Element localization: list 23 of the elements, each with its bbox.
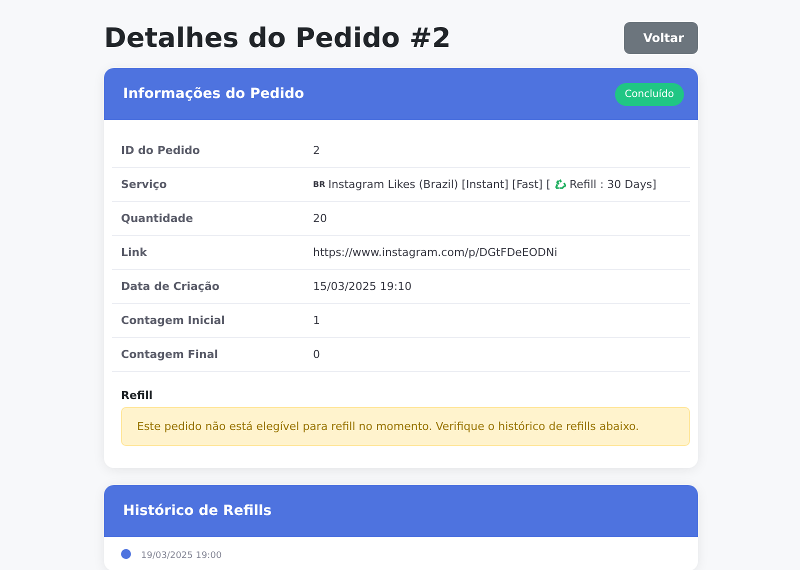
page-title: Detalhes do Pedido #2	[104, 22, 451, 54]
field-label: Data de Criação	[121, 280, 220, 293]
field-label: Serviço	[121, 178, 168, 191]
field-label: Link	[121, 246, 148, 259]
refill-notice: Este pedido não está elegível para refill no momento. Verifique o histórico de refills abaixo.	[121, 407, 690, 446]
field-value: 20	[313, 212, 328, 225]
field-label: Quantidade	[121, 212, 194, 225]
field-value: 1	[313, 314, 321, 327]
field-value: 15/03/2025 19:10	[313, 280, 413, 293]
card-title: Informações do Pedido	[123, 86, 304, 102]
field-label: Contagem Final	[121, 348, 220, 361]
recycle-icon	[554, 178, 566, 191]
field-value: 0	[313, 348, 321, 361]
field-value: https://www.instagram.com/p/DGtFDeEODNi	[313, 246, 558, 259]
status-badge: Concluído	[614, 82, 684, 106]
refill-date: 19/03/2025 19:00	[141, 551, 222, 561]
field-label: ID do Pedido	[121, 144, 201, 157]
back-button[interactable]: Voltar	[624, 22, 698, 54]
field-value: BR Instagram Likes (Brazil) [Instant] [Fast] [ Refill : 30 Days]	[313, 178, 658, 191]
card-title: Histórico de Refills	[123, 503, 272, 519]
refill-heading: Refill	[121, 389, 154, 402]
field-value: 2	[313, 144, 321, 157]
field-label: Contagem Inicial	[121, 314, 226, 327]
